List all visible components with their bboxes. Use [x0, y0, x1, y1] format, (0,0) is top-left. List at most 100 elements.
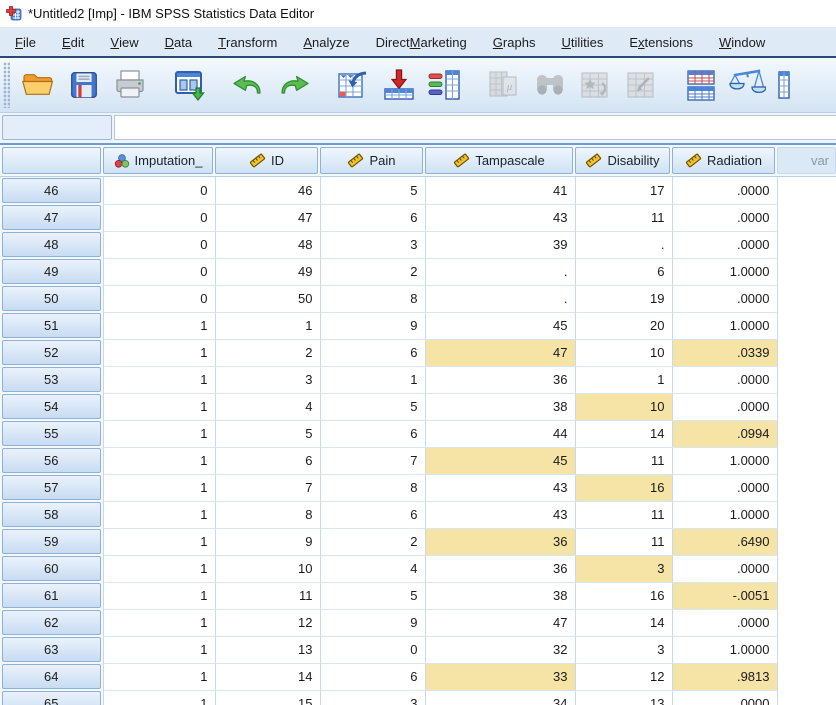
- cell[interactable]: 10: [575, 339, 672, 366]
- cell[interactable]: 0: [103, 204, 215, 231]
- cell[interactable]: 9: [215, 528, 320, 555]
- empty-var-cell[interactable]: [777, 582, 836, 609]
- goto-case-button[interactable]: [330, 61, 376, 109]
- cell[interactable]: 4: [320, 555, 425, 582]
- cell[interactable]: 1: [103, 528, 215, 555]
- cell[interactable]: 36: [425, 528, 575, 555]
- cell[interactable]: .: [425, 258, 575, 285]
- menu-analyze[interactable]: Analyze: [290, 28, 362, 56]
- cell[interactable]: 8: [215, 501, 320, 528]
- cell[interactable]: 1: [320, 366, 425, 393]
- cell[interactable]: 5: [320, 177, 425, 205]
- cell[interactable]: 0: [103, 258, 215, 285]
- row-number[interactable]: 64: [0, 663, 103, 690]
- cell[interactable]: .0000: [672, 609, 777, 636]
- cell[interactable]: .6490: [672, 528, 777, 555]
- cell-reference-box[interactable]: [2, 115, 112, 140]
- row-number[interactable]: 46: [0, 177, 103, 205]
- cell[interactable]: 11: [575, 447, 672, 474]
- cell[interactable]: .: [425, 285, 575, 312]
- clipped-toolbar-button[interactable]: [770, 61, 816, 109]
- cell[interactable]: 45: [425, 447, 575, 474]
- menu-view[interactable]: View: [97, 28, 151, 56]
- menu-utilities[interactable]: Utilities: [548, 28, 616, 56]
- column-header-tampascale[interactable]: Tampascale: [425, 145, 575, 177]
- cell[interactable]: 6: [320, 204, 425, 231]
- cell[interactable]: 6: [320, 663, 425, 690]
- cell[interactable]: .0000: [672, 474, 777, 501]
- cell[interactable]: 38: [425, 582, 575, 609]
- empty-var-cell[interactable]: [777, 285, 836, 312]
- cell[interactable]: 48: [215, 231, 320, 258]
- cell[interactable]: 8: [320, 474, 425, 501]
- cell[interactable]: .0000: [672, 366, 777, 393]
- row-number[interactable]: 51: [0, 312, 103, 339]
- cell[interactable]: 5: [320, 393, 425, 420]
- empty-var-cell[interactable]: [777, 555, 836, 582]
- variables-button[interactable]: [422, 61, 468, 109]
- cell[interactable]: 1.0000: [672, 636, 777, 663]
- cell[interactable]: 15: [215, 690, 320, 705]
- row-number[interactable]: 60: [0, 555, 103, 582]
- cell[interactable]: 1: [103, 609, 215, 636]
- column-header-id[interactable]: ID: [215, 145, 320, 177]
- row-number[interactable]: 53: [0, 366, 103, 393]
- cell[interactable]: 1.0000: [672, 258, 777, 285]
- menu-data[interactable]: Data: [152, 28, 205, 56]
- cell[interactable]: 6: [320, 420, 425, 447]
- menu-edit[interactable]: Edit: [49, 28, 97, 56]
- menu-file[interactable]: File: [2, 28, 49, 56]
- cell[interactable]: 11: [575, 501, 672, 528]
- column-header-var[interactable]: var: [777, 145, 836, 177]
- cell[interactable]: 1.0000: [672, 447, 777, 474]
- cell[interactable]: .0339: [672, 339, 777, 366]
- cell[interactable]: 1: [103, 690, 215, 705]
- row-number[interactable]: 50: [0, 285, 103, 312]
- cell[interactable]: 1: [103, 582, 215, 609]
- cell[interactable]: 1: [103, 474, 215, 501]
- cell[interactable]: 49: [215, 258, 320, 285]
- cell[interactable]: 6: [320, 501, 425, 528]
- cell[interactable]: 47: [215, 204, 320, 231]
- save-file-button[interactable]: [61, 61, 107, 109]
- cell[interactable]: 32: [425, 636, 575, 663]
- empty-var-cell[interactable]: [777, 339, 836, 366]
- cell[interactable]: 12: [575, 663, 672, 690]
- cell[interactable]: 19: [575, 285, 672, 312]
- print-button[interactable]: [107, 61, 153, 109]
- cell[interactable]: 47: [425, 609, 575, 636]
- cell[interactable]: .0000: [672, 393, 777, 420]
- empty-var-cell[interactable]: [777, 312, 836, 339]
- cell[interactable]: 44: [425, 420, 575, 447]
- cell[interactable]: 4: [215, 393, 320, 420]
- column-header-imputation[interactable]: Imputation_: [103, 145, 215, 177]
- cell[interactable]: 1: [103, 501, 215, 528]
- select-all-corner-cell[interactable]: [0, 145, 103, 177]
- cell[interactable]: 13: [215, 636, 320, 663]
- menu-direct-marketing[interactable]: Direct Marketing: [363, 28, 480, 56]
- cell[interactable]: 11: [215, 582, 320, 609]
- cell[interactable]: .0000: [672, 204, 777, 231]
- cell[interactable]: 34: [425, 690, 575, 705]
- cell[interactable]: 1: [103, 636, 215, 663]
- undo-button[interactable]: [225, 61, 271, 109]
- cell[interactable]: 8: [320, 285, 425, 312]
- cell[interactable]: 43: [425, 474, 575, 501]
- cell[interactable]: 14: [575, 420, 672, 447]
- row-number[interactable]: 49: [0, 258, 103, 285]
- cell[interactable]: 1: [103, 366, 215, 393]
- cell[interactable]: 2: [215, 339, 320, 366]
- row-number[interactable]: 56: [0, 447, 103, 474]
- cell[interactable]: 7: [215, 474, 320, 501]
- cell[interactable]: 10: [575, 393, 672, 420]
- cell[interactable]: 3: [215, 366, 320, 393]
- empty-var-cell[interactable]: [777, 366, 836, 393]
- row-number[interactable]: 54: [0, 393, 103, 420]
- cell[interactable]: .9813: [672, 663, 777, 690]
- cell[interactable]: 3: [320, 690, 425, 705]
- recall-dialogs-button[interactable]: [166, 61, 212, 109]
- cell[interactable]: 7: [320, 447, 425, 474]
- row-number[interactable]: 59: [0, 528, 103, 555]
- cell[interactable]: 1: [103, 339, 215, 366]
- cell[interactable]: 36: [425, 366, 575, 393]
